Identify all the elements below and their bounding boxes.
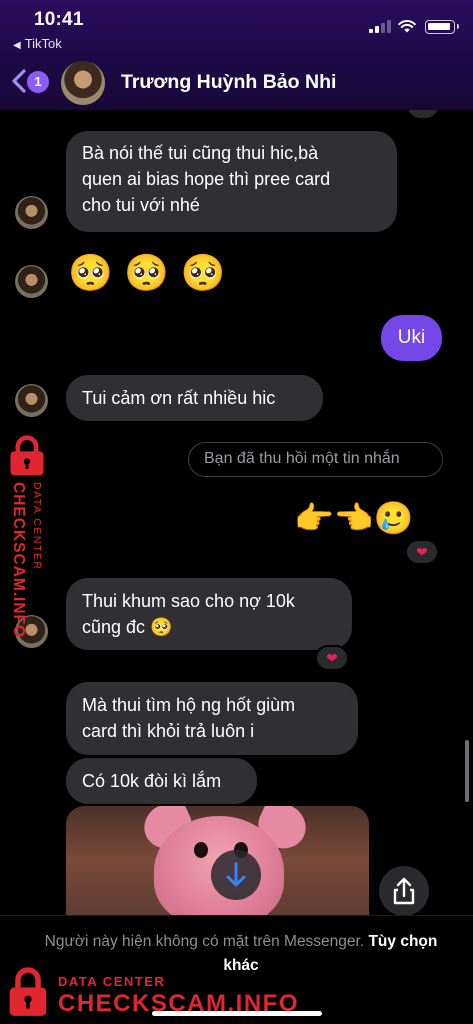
download-icon — [226, 862, 246, 887]
message-bubble-incoming[interactable]: Mà thui tìm hộ ng hốt giùm card thì khỏi… — [66, 682, 358, 755]
message-text: Bà nói thế tui cũng thui hic,bà — [82, 143, 319, 163]
message-bubble-incoming[interactable]: Có 10k đòi kì lắm — [66, 758, 257, 804]
heart-icon[interactable]: ❤ — [405, 539, 439, 565]
back-app-label: TikTok — [24, 36, 62, 51]
unsent-message-notice: Bạn đã thu hồi một tin nhắn — [188, 442, 443, 477]
status-bar: 10:41 ◀ TikTok — [0, 0, 473, 52]
emoji-message[interactable]: 🥺 🥺 🥺 — [68, 254, 225, 294]
heart-icon[interactable]: ❤ — [315, 645, 349, 671]
message-text: quen ai bias hope thì pree card — [82, 169, 331, 189]
emoji-message[interactable]: 👉👈🥲 — [294, 498, 414, 538]
share-button[interactable] — [379, 866, 429, 915]
watermark-small-text: DATA CENTER — [31, 482, 43, 571]
back-chevron-icon[interactable] — [10, 68, 28, 94]
battery-icon — [425, 20, 459, 34]
wifi-icon — [398, 20, 416, 33]
share-icon — [393, 877, 415, 905]
signal-icon — [369, 20, 391, 33]
message-text: card thì khỏi trả luôn i — [82, 721, 255, 741]
thumbnail-art — [194, 842, 208, 858]
watermark-big-text: CHECKSCAM.INFO — [10, 482, 27, 639]
lock-icon — [9, 967, 47, 1016]
watermark-big-text: CHECKSCAM.INFO — [58, 990, 299, 1017]
sender-avatar[interactable] — [15, 265, 48, 298]
status-time: 10:41 — [34, 9, 84, 30]
message-text: cho tui với nhé — [82, 195, 200, 215]
back-triangle-icon: ◀ — [13, 40, 21, 51]
watermark-side: CHECKSCAM.INFO DATA CENTER — [3, 434, 51, 664]
clipped-reaction — [408, 110, 438, 118]
message-text: cũng đc 🥺 — [82, 617, 173, 637]
sender-avatar[interactable] — [15, 196, 48, 229]
conversation-nav: 1 Trương Huỳnh Bảo Nhi — [0, 55, 473, 110]
back-to-app-link[interactable]: ◀ TikTok — [13, 36, 62, 51]
lock-icon — [10, 435, 44, 476]
scrollbar[interactable] — [465, 740, 469, 802]
sender-avatar[interactable] — [15, 384, 48, 417]
message-bubble-incoming[interactable]: Tui cảm ơn rất nhiều hic — [66, 375, 323, 421]
watermark-small-text: DATA CENTER — [58, 974, 166, 989]
video-thumbnail[interactable] — [66, 806, 369, 915]
chat-header: 10:41 ◀ TikTok 1 Trương Huỳnh Bảo Nhi — [0, 0, 473, 110]
watermark-bottom: DATA CENTER CHECKSCAM.INFO — [0, 960, 473, 1024]
message-list[interactable]: Bà nói thế tui cũng thui hic,bà quen ai … — [0, 110, 473, 915]
contact-avatar[interactable] — [61, 61, 105, 105]
message-bubble-incoming[interactable]: Thui khum sao cho nợ 10k cũng đc 🥺 — [66, 578, 352, 650]
message-bubble-incoming[interactable]: Bà nói thế tui cũng thui hic,bà quen ai … — [66, 131, 397, 232]
download-button[interactable] — [211, 850, 261, 900]
notice-text: Người này hiện không có mặt trên Messeng… — [44, 933, 365, 950]
message-text: Thui khum sao cho nợ 10k — [82, 591, 295, 611]
message-bubble-outgoing[interactable]: Uki — [381, 315, 442, 361]
message-text: Mà thui tìm hộ ng hốt giùm — [82, 695, 296, 715]
contact-name[interactable]: Trương Huỳnh Bảo Nhi — [121, 71, 336, 94]
unread-count-badge: 1 — [27, 71, 49, 93]
